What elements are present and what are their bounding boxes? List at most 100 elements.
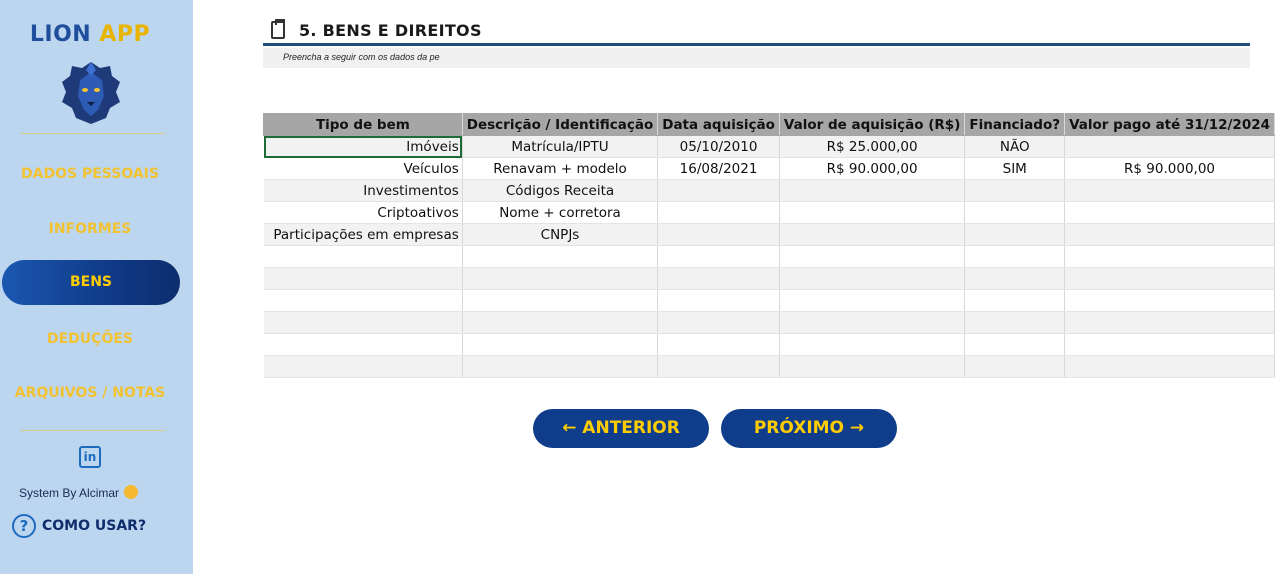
table-row — [263, 311, 1275, 334]
sidebar: LION APP DADOS PESSOAIS INFORMES BENS DE… — [0, 0, 193, 574]
sidebar-item-bens[interactable]: BENS — [2, 260, 180, 305]
table-cell[interactable]: Veículos — [263, 157, 463, 180]
previous-button[interactable]: ← ANTERIOR — [533, 409, 709, 448]
table-row — [263, 245, 1275, 268]
app-title-part2: APP — [99, 22, 151, 47]
table-row: Veículos Renavam + modelo 16/08/2021 R$ 90.… — [263, 157, 1275, 180]
table-cell[interactable] — [462, 289, 659, 312]
table-cell[interactable] — [964, 267, 1066, 290]
table-cell[interactable] — [263, 289, 463, 312]
question-icon: ? — [12, 514, 36, 538]
table-cell[interactable] — [657, 245, 780, 268]
table-cell[interactable]: Criptoativos — [263, 201, 463, 224]
table-cell[interactable] — [462, 355, 659, 378]
table-cell[interactable] — [964, 355, 1066, 378]
header-tipo-de-bem: Tipo de bem — [263, 113, 463, 136]
table-cell[interactable] — [1064, 311, 1275, 334]
table-cell[interactable]: Códigos Receita — [462, 179, 659, 202]
table-row — [263, 355, 1275, 378]
table-cell[interactable]: Imóveis — [263, 135, 463, 158]
linkedin-icon[interactable]: in — [79, 446, 101, 468]
section-header: 5. BENS E DIREITOS — [263, 18, 1250, 46]
table-cell[interactable]: Investimentos — [263, 179, 463, 202]
table-cell[interactable] — [657, 223, 780, 246]
table-cell[interactable] — [964, 333, 1066, 356]
help-label: COMO USAR? — [42, 518, 147, 534]
table-cell[interactable] — [964, 245, 1066, 268]
table-cell[interactable] — [657, 179, 780, 202]
table-cell[interactable] — [1064, 267, 1275, 290]
lion-head-icon — [62, 62, 120, 124]
table-cell[interactable]: 05/10/2010 — [657, 135, 780, 158]
table-cell[interactable] — [263, 311, 463, 334]
table-cell[interactable] — [657, 333, 780, 356]
table-cell[interactable] — [263, 355, 463, 378]
table-cell[interactable] — [657, 311, 780, 334]
table-cell[interactable] — [779, 201, 966, 224]
help-link[interactable]: ? COMO USAR? — [12, 514, 146, 538]
table-cell[interactable] — [263, 267, 463, 290]
header-financiado: Financiado? — [964, 113, 1066, 136]
table-cell[interactable] — [1064, 135, 1275, 158]
page-subtitle: Preencha a seguir com os dados da pe — [283, 52, 440, 62]
next-button[interactable]: PRÓXIMO → — [721, 409, 897, 448]
table-cell[interactable] — [779, 355, 966, 378]
table-cell[interactable] — [1064, 223, 1275, 246]
header-valor-aquisicao: Valor de aquisição (R$) — [778, 113, 966, 136]
table-cell[interactable]: Matrícula/IPTU — [462, 135, 659, 158]
table-cell[interactable] — [263, 245, 463, 268]
table-cell[interactable]: SIM — [964, 157, 1066, 180]
table-cell[interactable] — [263, 333, 463, 356]
table-cell[interactable] — [1064, 333, 1275, 356]
sidebar-item-deducoes[interactable]: DEDUÇÕES — [0, 331, 180, 347]
table-cell[interactable]: R$ 90.000,00 — [1064, 157, 1275, 180]
subtitle-bar: Preencha a seguir com os dados da pe — [263, 48, 1250, 68]
table-cell[interactable] — [657, 201, 780, 224]
sidebar-divider-bottom — [20, 430, 165, 431]
table-cell[interactable]: Nome + corretora — [462, 201, 659, 224]
table-cell[interactable]: CNPJs — [462, 223, 659, 246]
table-cell[interactable] — [462, 245, 659, 268]
table-cell[interactable] — [964, 179, 1066, 202]
table-cell[interactable] — [779, 333, 966, 356]
table-cell[interactable] — [657, 289, 780, 312]
table-cell[interactable] — [964, 311, 1066, 334]
table-cell[interactable] — [779, 289, 966, 312]
table-cell[interactable] — [462, 311, 659, 334]
table-cell[interactable] — [779, 267, 966, 290]
table-cell[interactable]: NÃO — [964, 135, 1066, 158]
table-row — [263, 333, 1275, 356]
clipboard-icon — [271, 19, 285, 39]
table-cell[interactable]: 16/08/2021 — [657, 157, 780, 180]
table-row: Participações em empresas CNPJs — [263, 223, 1275, 246]
table-header-row: Tipo de bem Descrição / Identificação Da… — [263, 113, 1275, 136]
table-cell[interactable] — [779, 245, 966, 268]
table-cell[interactable] — [1064, 179, 1275, 202]
table-cell[interactable] — [1064, 289, 1275, 312]
table-cell[interactable]: R$ 25.000,00 — [779, 135, 966, 158]
credit-label: System By Alcimar — [19, 486, 120, 500]
table-cell[interactable] — [779, 223, 966, 246]
table-cell[interactable] — [779, 179, 966, 202]
table-cell[interactable] — [964, 201, 1066, 224]
table-cell[interactable] — [462, 267, 659, 290]
table-cell[interactable] — [657, 267, 780, 290]
table-cell[interactable] — [462, 333, 659, 356]
page-title: 5. BENS E DIREITOS — [299, 21, 482, 40]
table-row: Investimentos Códigos Receita — [263, 179, 1275, 202]
table-cell[interactable] — [964, 223, 1066, 246]
table-cell[interactable] — [779, 311, 966, 334]
sidebar-item-informes[interactable]: INFORMES — [0, 221, 180, 237]
table-cell[interactable]: Participações em empresas — [263, 223, 463, 246]
table-cell[interactable]: Renavam + modelo — [462, 157, 659, 180]
table-cell[interactable] — [1064, 355, 1275, 378]
table-cell[interactable]: R$ 90.000,00 — [779, 157, 966, 180]
table-cell[interactable] — [964, 289, 1066, 312]
app-title-part1: LION — [29, 22, 92, 47]
table-cell[interactable] — [1064, 245, 1275, 268]
sidebar-item-arquivos-notas[interactable]: ARQUIVOS / NOTAS — [0, 385, 180, 401]
sidebar-item-dados-pessoais[interactable]: DADOS PESSOAIS — [0, 166, 180, 182]
table-cell[interactable] — [657, 355, 780, 378]
app-title: LION APP — [0, 22, 180, 47]
table-cell[interactable] — [1064, 201, 1275, 224]
